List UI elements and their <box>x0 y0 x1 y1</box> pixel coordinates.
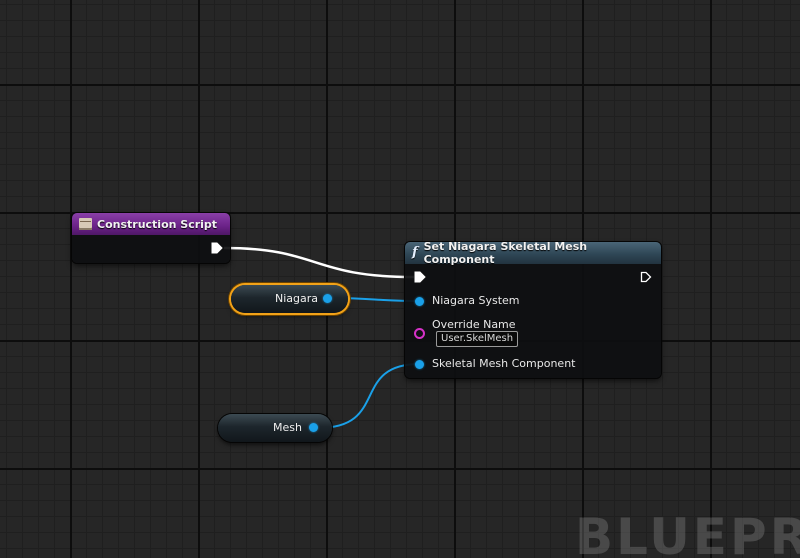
construction-script-node[interactable]: Construction Script <box>72 213 230 263</box>
blueprint-watermark: BLUEPRIN <box>575 508 800 558</box>
function-icon: f <box>412 245 418 260</box>
exec-output-pin[interactable] <box>640 271 652 283</box>
set-niagara-title: Set Niagara Skeletal Mesh Component <box>423 240 588 266</box>
set-niagara-skeletal-mesh-node[interactable]: f Set Niagara Skeletal Mesh Component Ni… <box>405 240 661 378</box>
skeletal-mesh-component-label: Skeletal Mesh Component <box>432 357 576 370</box>
exec-arrow-icon <box>211 242 223 254</box>
exec-arrow-icon <box>414 271 426 283</box>
wire-layer <box>223 246 421 429</box>
override-name-input[interactable]: User.SkelMesh <box>436 331 519 347</box>
niagara-system-label: Niagara System <box>432 294 520 307</box>
mesh-variable-node[interactable]: Mesh <box>218 414 332 442</box>
exec-input-pin[interactable] <box>414 271 426 283</box>
set-niagara-header[interactable]: f Set Niagara Skeletal Mesh Component <box>405 240 661 266</box>
niagara-variable-node[interactable]: Niagara <box>231 285 348 313</box>
construction-script-title: Construction Script <box>97 217 218 231</box>
exec-output-pin[interactable] <box>211 242 223 254</box>
niagara-variable-label: Niagara <box>274 292 318 305</box>
construction-script-header[interactable]: Construction Script <box>72 213 230 235</box>
override-name-pin[interactable] <box>414 328 425 339</box>
exec-wire[interactable] <box>223 246 415 279</box>
mesh-output-pin[interactable] <box>309 423 318 432</box>
niagara-system-pin[interactable] <box>415 297 424 306</box>
skeletal-mesh-component-pin[interactable] <box>415 360 424 369</box>
mesh-variable-label: Mesh <box>273 421 302 434</box>
blueprint-graph-canvas[interactable]: Construction Script f Set Niagara Skelet… <box>0 0 800 558</box>
niagara-output-pin[interactable] <box>323 294 332 303</box>
override-name-label: Override Name <box>432 318 516 331</box>
event-icon <box>79 218 92 230</box>
exec-arrow-outline-icon <box>640 271 652 283</box>
